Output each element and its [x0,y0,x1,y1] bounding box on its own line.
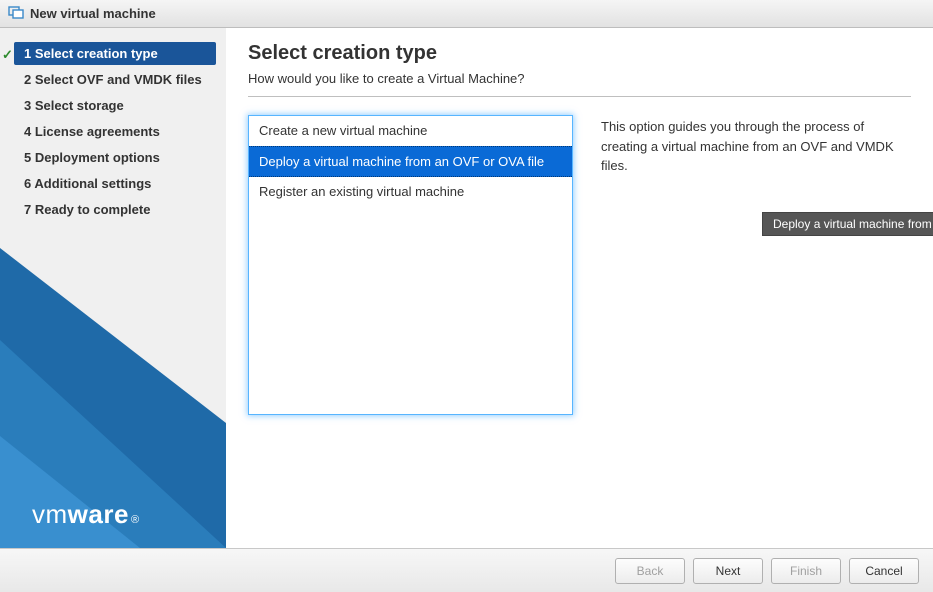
step-license-agreements[interactable]: 4 License agreements [0,120,226,143]
step-select-storage[interactable]: 3 Select storage [0,94,226,117]
step-select-creation-type[interactable]: ✓ 1 Select creation type [14,42,216,65]
page-subtitle: How would you like to create a Virtual M… [248,71,911,86]
step-label: Select OVF and VMDK files [35,72,202,87]
step-num: 3 [24,98,31,113]
next-button[interactable]: Next [693,558,763,584]
step-label: License agreements [35,124,160,139]
checkmark-icon: ✓ [2,47,13,63]
step-label: Select storage [35,98,124,113]
logo-vm: vm [32,499,68,530]
wizard-sidebar: ✓ 1 Select creation type 2 Select OVF an… [0,28,226,548]
step-label: Ready to complete [35,202,151,217]
sidebar-triangles-decor [0,208,226,548]
window-title: New virtual machine [30,6,156,21]
step-num: 1 [24,46,31,61]
titlebar: New virtual machine [0,0,933,28]
option-create-new-vm[interactable]: Create a new virtual machine [249,116,572,146]
step-label: Additional settings [34,176,151,191]
logo-ware: ware [68,499,129,530]
step-num: 4 [24,124,31,139]
step-num: 5 [24,150,31,165]
step-label: Deployment options [35,150,160,165]
step-label: Select creation type [35,46,158,61]
vm-icon [8,4,24,23]
option-description: This option guides you through the proce… [601,115,911,415]
option-register-existing[interactable]: Register an existing virtual machine [249,177,572,207]
option-deploy-ovf-ova[interactable]: Deploy a virtual machine from an OVF or … [249,146,572,177]
step-ready-complete[interactable]: 7 Ready to complete [0,198,226,221]
finish-button[interactable]: Finish [771,558,841,584]
wizard-footer: Back Next Finish Cancel [0,548,933,592]
content-row: Create a new virtual machine Deploy a vi… [248,115,911,415]
tooltip: Deploy a virtual machine from an OVF or … [762,212,933,236]
main-body: ✓ 1 Select creation type 2 Select OVF an… [0,28,933,548]
step-select-ovf-vmdk[interactable]: 2 Select OVF and VMDK files [0,68,226,91]
divider [248,96,911,97]
step-num: 6 [24,176,31,191]
logo-reg: ® [131,514,140,526]
wizard-steps: ✓ 1 Select creation type 2 Select OVF an… [0,28,226,221]
page-title: Select creation type [248,42,911,65]
step-num: 2 [24,72,31,87]
back-button[interactable]: Back [615,558,685,584]
cancel-button[interactable]: Cancel [849,558,919,584]
wizard-content: Select creation type How would you like … [226,28,933,548]
creation-type-listbox[interactable]: Create a new virtual machine Deploy a vi… [248,115,573,415]
vmware-logo: vmware® [32,499,140,530]
step-additional-settings[interactable]: 6 Additional settings [0,172,226,195]
step-deployment-options[interactable]: 5 Deployment options [0,146,226,169]
step-num: 7 [24,202,31,217]
